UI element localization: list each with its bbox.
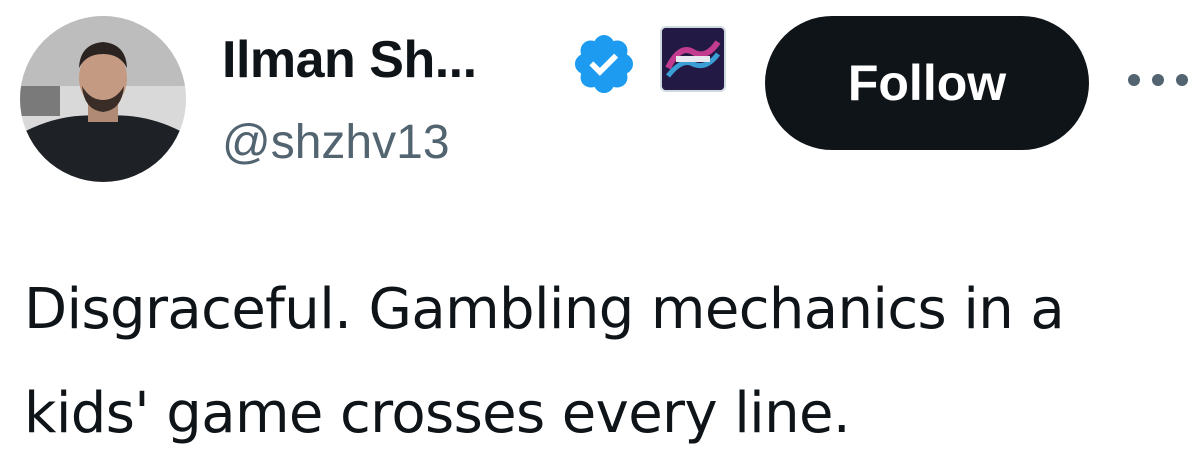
follow-button[interactable]: Follow [765,16,1089,150]
more-dots-icon[interactable] [1128,60,1188,100]
affiliate-badge-icon[interactable] [660,26,726,92]
tweet-card: Ilman Sh... @shzhv13 Follow Disgraceful.… [0,0,1200,458]
more-dot [1176,74,1188,86]
tweet-text: Disgraceful. Gambling mechanics in a kid… [24,277,1065,446]
avatar[interactable] [20,16,186,182]
more-dot [1128,74,1140,86]
author-handle[interactable]: @shzhv13 [222,114,450,172]
avatar-image [20,16,186,182]
author-display-name[interactable]: Ilman Sh... [222,30,477,90]
verified-badge-icon[interactable] [570,30,638,98]
more-dot [1152,74,1164,86]
